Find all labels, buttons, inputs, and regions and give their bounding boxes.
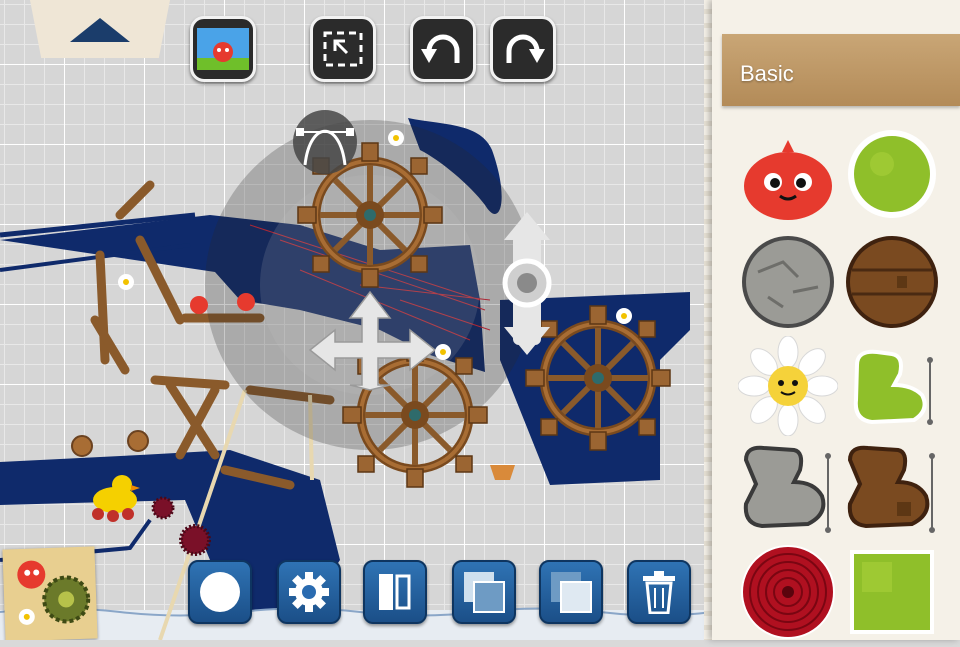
red-target-icon — [741, 545, 835, 639]
daisy-icon — [737, 335, 839, 437]
settings-button[interactable] — [277, 560, 341, 624]
layer-back-button[interactable] — [452, 560, 516, 624]
wood-ball-piece[interactable] — [842, 232, 942, 332]
grass-shape-piece[interactable] — [842, 340, 942, 440]
stone-ball-piece[interactable] — [738, 232, 838, 332]
undo-arrow-icon — [421, 34, 460, 63]
red-bird-icon — [744, 140, 832, 220]
category-label: Basic — [740, 61, 794, 86]
grass-ball-piece[interactable] — [842, 128, 942, 228]
stone-circle-icon — [742, 236, 834, 328]
daisy-piece[interactable] — [737, 335, 839, 437]
red-target-piece[interactable] — [738, 542, 838, 642]
grass-square-icon — [850, 550, 934, 634]
split-view-button[interactable] — [363, 560, 427, 624]
grass-square-piece[interactable] — [842, 542, 942, 642]
level-preview-button[interactable] — [190, 16, 256, 82]
redo-button[interactable] — [490, 16, 556, 82]
delete-button[interactable] — [627, 560, 691, 624]
grass-circle-icon — [848, 130, 936, 218]
wood-shape-piece[interactable] — [842, 440, 942, 540]
collapse-toolbar-button[interactable] — [30, 0, 170, 58]
small-wheel-icon — [71, 430, 149, 457]
layer-front-button[interactable] — [539, 560, 603, 624]
wood-blob-icon — [847, 445, 935, 533]
category-banner[interactable]: Basic — [722, 34, 960, 106]
bucket-icon — [490, 465, 515, 480]
gear-icon — [289, 572, 329, 612]
level-scene[interactable] — [0, 0, 712, 640]
split-panel-icon — [379, 574, 411, 610]
circle-icon — [200, 572, 240, 612]
layers-icon — [551, 572, 592, 613]
fit-view-button[interactable] — [310, 16, 376, 82]
grass-blob-icon — [853, 349, 933, 425]
triangle-up-icon — [70, 18, 130, 42]
level-thumbnail-card[interactable] — [2, 546, 98, 640]
redo-arrow-icon — [506, 34, 545, 63]
undo-button[interactable] — [410, 16, 476, 82]
trash-icon — [643, 571, 675, 614]
fit-to-screen-icon — [323, 31, 363, 67]
stone-blob-icon — [743, 445, 831, 533]
bezier-handle-icon — [293, 110, 357, 174]
level-editor-canvas[interactable] — [0, 0, 712, 640]
level-thumbnail-icon — [197, 28, 249, 70]
rotate-slider-icon — [502, 212, 552, 355]
stone-shape-piece[interactable] — [738, 440, 838, 540]
wood-circle-icon — [846, 236, 938, 328]
red-bird-piece[interactable] — [738, 132, 838, 232]
layers-icon — [464, 572, 505, 613]
record-button[interactable] — [188, 560, 252, 624]
level-thumbnail-icon — [17, 560, 91, 625]
